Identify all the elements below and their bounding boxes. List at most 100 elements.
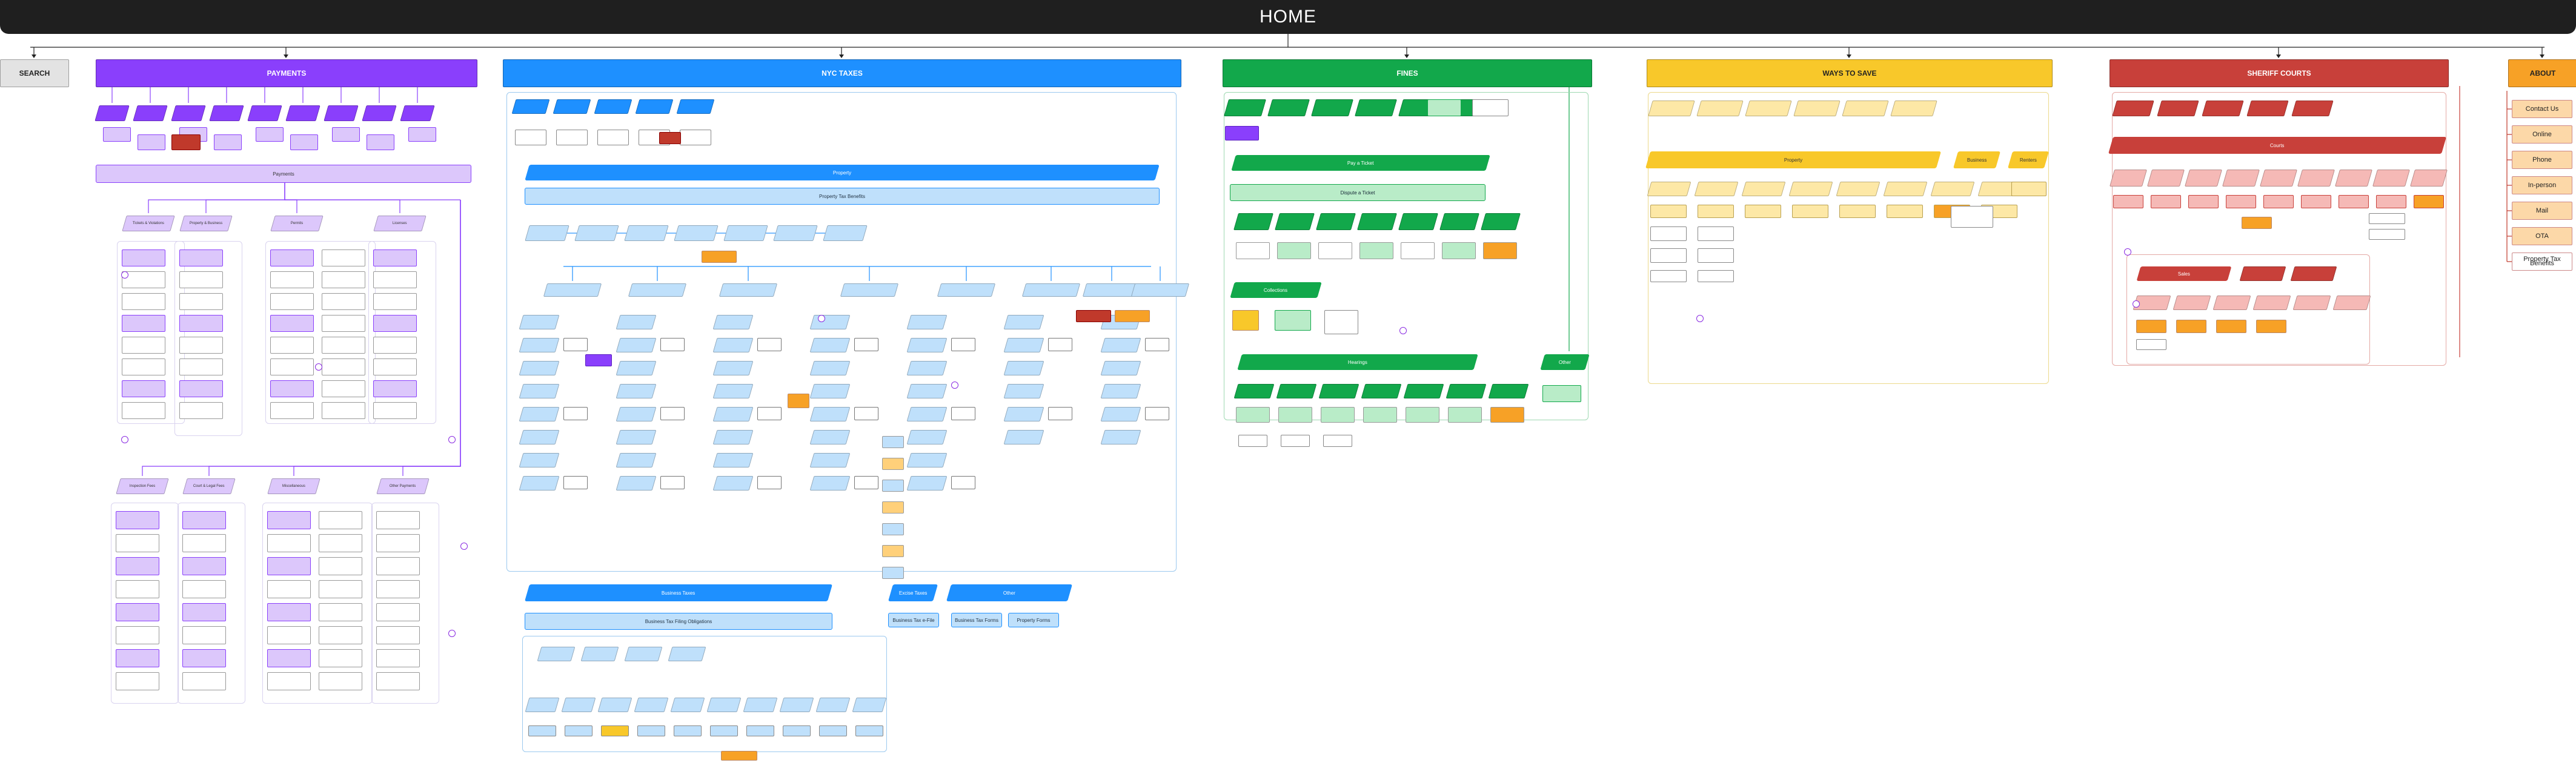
payment-leaf2-0-0-5[interactable] bbox=[116, 626, 159, 644]
payment-leaf2-3-0-5[interactable] bbox=[376, 626, 420, 644]
sheriff-court-leaf-0[interactable] bbox=[2113, 195, 2143, 208]
save-type-0[interactable] bbox=[1648, 101, 1695, 116]
payment-group-3[interactable]: Licenses bbox=[373, 216, 427, 231]
payment-leaf2-3-0-0[interactable] bbox=[376, 511, 420, 529]
save-doc3-1[interactable] bbox=[1698, 270, 1734, 282]
payment-leaf2-1-0-4[interactable] bbox=[182, 603, 226, 621]
payment-leaf2-2-0-4[interactable] bbox=[267, 603, 311, 621]
tax-bottom-4[interactable] bbox=[670, 698, 705, 712]
section-header-taxes[interactable]: NYC TAXES bbox=[503, 59, 1181, 87]
tax-alert[interactable] bbox=[659, 132, 681, 144]
payment-leaf2-2-1-0[interactable] bbox=[319, 511, 362, 529]
tax-doc-2-1[interactable] bbox=[757, 338, 782, 351]
payment-leaf2-2-0-7[interactable] bbox=[267, 672, 311, 690]
tax-node-3-1[interactable] bbox=[809, 338, 851, 352]
tax-bottom-warn[interactable] bbox=[721, 751, 757, 761]
fine-step-0[interactable] bbox=[1233, 213, 1274, 230]
tax-type-4[interactable] bbox=[676, 99, 715, 114]
payment-leaf-1-0-6[interactable] bbox=[179, 380, 223, 397]
payment-leaf-0-0-5[interactable] bbox=[122, 358, 165, 375]
section-header-fines[interactable]: FINES bbox=[1223, 59, 1592, 87]
tax-type-0[interactable] bbox=[511, 99, 550, 114]
tax-step-5[interactable] bbox=[773, 225, 818, 241]
payment-group-2[interactable]: Permits bbox=[270, 216, 324, 231]
tax-bottom-top-0[interactable] bbox=[537, 647, 576, 661]
save-bar-exempt[interactable]: Business bbox=[1953, 151, 2001, 168]
tax-node-5-5[interactable] bbox=[1003, 430, 1044, 444]
tax-doc-5-4[interactable] bbox=[1048, 407, 1072, 420]
payment-leaf-3-0-7[interactable] bbox=[373, 402, 417, 419]
tax-node-1-3[interactable] bbox=[616, 384, 657, 398]
tax-node-0-7[interactable] bbox=[519, 476, 560, 490]
payment-warning-node[interactable] bbox=[171, 134, 201, 150]
tax-doc-3-1[interactable] bbox=[854, 338, 878, 351]
sheriff-court-leaf-6[interactable] bbox=[2339, 195, 2369, 208]
payment-leaf-2-1-1[interactable] bbox=[322, 271, 365, 288]
section-header-save[interactable]: WAYS TO SAVE bbox=[1647, 59, 2053, 87]
save-type-3[interactable] bbox=[1793, 101, 1841, 116]
section-header-payments[interactable]: PAYMENTS bbox=[96, 59, 477, 87]
tax-doc-2-7[interactable] bbox=[757, 476, 782, 489]
sheriff-doc-b[interactable] bbox=[2369, 229, 2405, 240]
payment-leaf2-2-0-2[interactable] bbox=[267, 557, 311, 575]
fine-step-6[interactable] bbox=[1480, 213, 1521, 230]
payment-leaf-1-0-4[interactable] bbox=[179, 337, 223, 354]
save-program-4[interactable] bbox=[1836, 182, 1881, 196]
payment-leaf2-3-0-1[interactable] bbox=[376, 534, 420, 552]
sheriff-type-3[interactable] bbox=[2246, 101, 2289, 116]
sheriff-court-4[interactable] bbox=[2259, 170, 2298, 187]
tax-type-1[interactable] bbox=[553, 99, 591, 114]
payment-leaf2-3-0-2[interactable] bbox=[376, 557, 420, 575]
fine-hearing-leaf-5[interactable] bbox=[1448, 407, 1482, 423]
payment-leaf2-2-1-2[interactable] bbox=[319, 557, 362, 575]
payment-leaf-0-0-4[interactable] bbox=[122, 337, 165, 354]
sheriff-court-leaf-8[interactable] bbox=[2414, 195, 2444, 208]
payment-leaf-2-0-5[interactable] bbox=[270, 358, 314, 375]
payment-leaf-2-1-4[interactable] bbox=[322, 337, 365, 354]
tax-doc-3-4[interactable] bbox=[854, 407, 878, 420]
tax-node-1-4[interactable] bbox=[616, 407, 657, 421]
payment-leaf2-3-0-4[interactable] bbox=[376, 603, 420, 621]
tax-type-3[interactable] bbox=[635, 99, 674, 114]
payment-leaf-3-0-3[interactable] bbox=[373, 315, 417, 332]
sheriff-court-leaf-7[interactable] bbox=[2376, 195, 2406, 208]
payment-leaf2-2-1-6[interactable] bbox=[319, 649, 362, 667]
sheriff-court-7[interactable] bbox=[2372, 170, 2411, 187]
payment-leaf-1-0-2[interactable] bbox=[179, 293, 223, 310]
sheriff-sale-3[interactable] bbox=[2252, 296, 2291, 310]
tax-node-4-5[interactable] bbox=[906, 430, 948, 444]
payment-sub-0[interactable] bbox=[103, 127, 131, 142]
tax-bottom-8[interactable] bbox=[815, 698, 851, 712]
tax-category-7[interactable] bbox=[1130, 283, 1190, 297]
fine-hearing-doc-1[interactable] bbox=[1281, 435, 1310, 447]
sheriff-warn[interactable] bbox=[2242, 217, 2272, 229]
payment-leaf-2-1-2[interactable] bbox=[322, 293, 365, 310]
tax-bottom-7[interactable] bbox=[779, 698, 814, 712]
fine-hearing-3[interactable] bbox=[1361, 384, 1402, 398]
fine-hearing-1[interactable] bbox=[1276, 384, 1317, 398]
tax-node-1-0[interactable] bbox=[616, 315, 657, 329]
fine-type-1[interactable] bbox=[1267, 99, 1310, 116]
payment-leaf-3-0-0[interactable] bbox=[373, 249, 417, 266]
fine-collect-a[interactable] bbox=[1232, 310, 1259, 331]
payment-leaf2-3-0-6[interactable] bbox=[376, 649, 420, 667]
tax-bottom-leaf-6[interactable] bbox=[746, 725, 774, 736]
section-header-sheriff[interactable]: SHERIFF COURTS bbox=[2110, 59, 2449, 87]
fine-collect-c[interactable] bbox=[1324, 310, 1358, 334]
tax-warn-2[interactable] bbox=[882, 480, 904, 492]
tax-node-6-1[interactable] bbox=[1100, 338, 1141, 352]
payment-group-0[interactable]: Tickets & Violations bbox=[122, 216, 175, 231]
payment-sub-4[interactable] bbox=[256, 127, 284, 142]
tax-doc-1-1[interactable] bbox=[660, 338, 685, 351]
tax-step-3[interactable] bbox=[674, 225, 719, 241]
tax-node-4-6[interactable] bbox=[906, 453, 948, 467]
tax-bottom-leaf-9[interactable] bbox=[855, 725, 883, 736]
payment-leaf-1-0-5[interactable] bbox=[179, 358, 223, 375]
save-program-leaf-2[interactable] bbox=[1745, 205, 1781, 218]
save-renter-leaf[interactable] bbox=[2011, 182, 2047, 196]
sheriff-type-2[interactable] bbox=[2202, 101, 2244, 116]
fine-bar-collect[interactable]: Collections bbox=[1230, 282, 1322, 298]
sheriff-type-4[interactable] bbox=[2291, 101, 2334, 116]
payment-type-1[interactable] bbox=[133, 105, 168, 121]
fine-other-leaf[interactable] bbox=[1542, 385, 1581, 402]
